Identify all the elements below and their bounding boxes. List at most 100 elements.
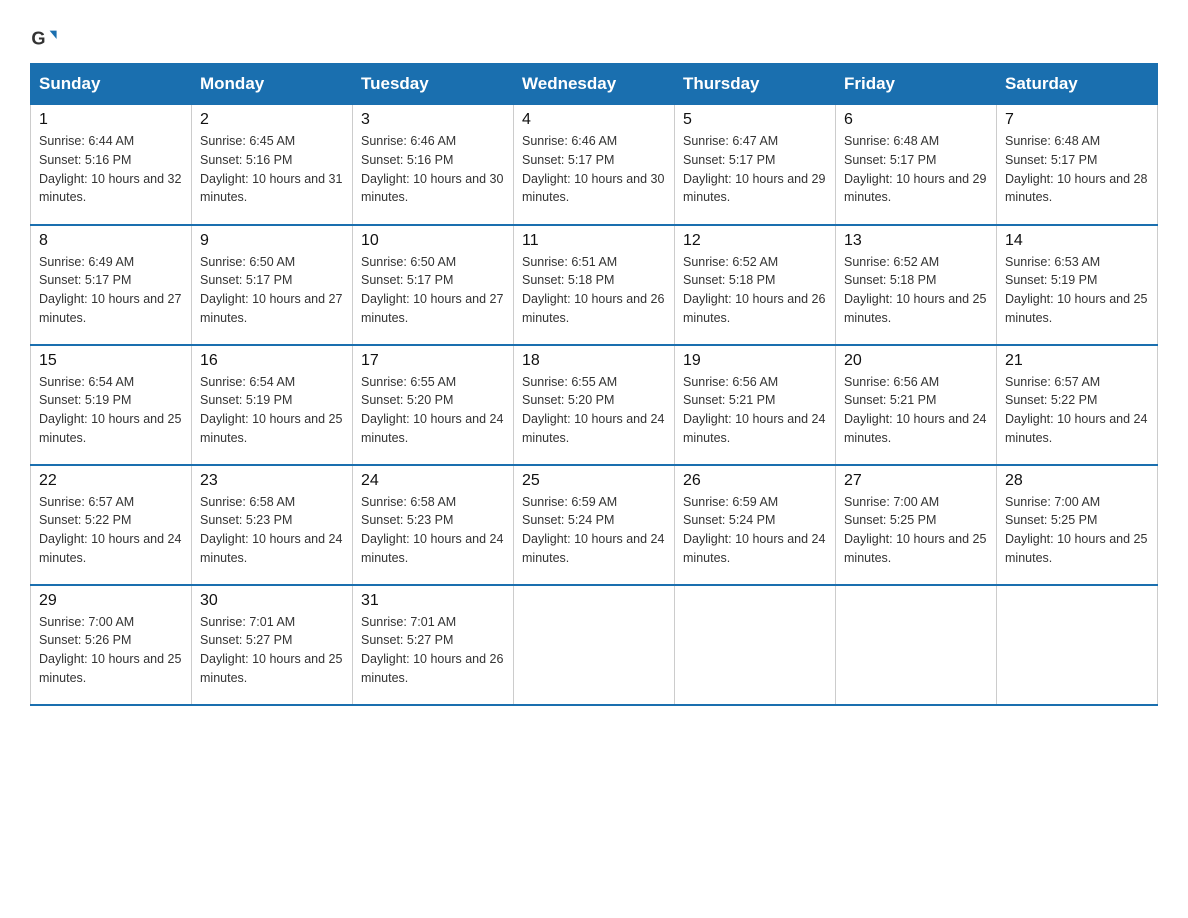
- calendar-cell: 19 Sunrise: 6:56 AM Sunset: 5:21 PM Dayl…: [675, 345, 836, 465]
- day-number: 27: [844, 472, 988, 490]
- calendar-cell: 29 Sunrise: 7:00 AM Sunset: 5:26 PM Dayl…: [31, 585, 192, 705]
- day-number: 29: [39, 592, 183, 610]
- weekday-header-friday: Friday: [836, 64, 997, 105]
- day-number: 26: [683, 472, 827, 490]
- day-number: 10: [361, 232, 505, 250]
- day-number: 7: [1005, 111, 1149, 129]
- calendar-cell: 30 Sunrise: 7:01 AM Sunset: 5:27 PM Dayl…: [192, 585, 353, 705]
- day-info: Sunrise: 6:59 AM Sunset: 5:24 PM Dayligh…: [522, 493, 666, 568]
- calendar-week-row: 1 Sunrise: 6:44 AM Sunset: 5:16 PM Dayli…: [31, 105, 1158, 225]
- day-info: Sunrise: 6:50 AM Sunset: 5:17 PM Dayligh…: [200, 253, 344, 328]
- day-info: Sunrise: 6:55 AM Sunset: 5:20 PM Dayligh…: [361, 373, 505, 448]
- calendar-cell: 13 Sunrise: 6:52 AM Sunset: 5:18 PM Dayl…: [836, 225, 997, 345]
- calendar-cell: 21 Sunrise: 6:57 AM Sunset: 5:22 PM Dayl…: [997, 345, 1158, 465]
- calendar-cell: 17 Sunrise: 6:55 AM Sunset: 5:20 PM Dayl…: [353, 345, 514, 465]
- day-number: 19: [683, 352, 827, 370]
- calendar-cell: 28 Sunrise: 7:00 AM Sunset: 5:25 PM Dayl…: [997, 465, 1158, 585]
- calendar-cell: [675, 585, 836, 705]
- calendar-cell: 14 Sunrise: 6:53 AM Sunset: 5:19 PM Dayl…: [997, 225, 1158, 345]
- day-number: 3: [361, 111, 505, 129]
- day-info: Sunrise: 6:47 AM Sunset: 5:17 PM Dayligh…: [683, 132, 827, 207]
- calendar-table: SundayMondayTuesdayWednesdayThursdayFrid…: [30, 63, 1158, 706]
- calendar-week-row: 29 Sunrise: 7:00 AM Sunset: 5:26 PM Dayl…: [31, 585, 1158, 705]
- logo-icon: G: [30, 25, 58, 53]
- day-info: Sunrise: 6:53 AM Sunset: 5:19 PM Dayligh…: [1005, 253, 1149, 328]
- day-info: Sunrise: 7:00 AM Sunset: 5:25 PM Dayligh…: [1005, 493, 1149, 568]
- day-number: 21: [1005, 352, 1149, 370]
- day-info: Sunrise: 6:46 AM Sunset: 5:17 PM Dayligh…: [522, 132, 666, 207]
- day-number: 6: [844, 111, 988, 129]
- weekday-header-tuesday: Tuesday: [353, 64, 514, 105]
- calendar-cell: 3 Sunrise: 6:46 AM Sunset: 5:16 PM Dayli…: [353, 105, 514, 225]
- calendar-cell: 31 Sunrise: 7:01 AM Sunset: 5:27 PM Dayl…: [353, 585, 514, 705]
- day-number: 22: [39, 472, 183, 490]
- day-number: 15: [39, 352, 183, 370]
- day-number: 16: [200, 352, 344, 370]
- day-info: Sunrise: 6:58 AM Sunset: 5:23 PM Dayligh…: [361, 493, 505, 568]
- calendar-cell: 20 Sunrise: 6:56 AM Sunset: 5:21 PM Dayl…: [836, 345, 997, 465]
- calendar-cell: 15 Sunrise: 6:54 AM Sunset: 5:19 PM Dayl…: [31, 345, 192, 465]
- calendar-week-row: 22 Sunrise: 6:57 AM Sunset: 5:22 PM Dayl…: [31, 465, 1158, 585]
- day-info: Sunrise: 6:55 AM Sunset: 5:20 PM Dayligh…: [522, 373, 666, 448]
- weekday-header-saturday: Saturday: [997, 64, 1158, 105]
- calendar-cell: 9 Sunrise: 6:50 AM Sunset: 5:17 PM Dayli…: [192, 225, 353, 345]
- day-info: Sunrise: 7:00 AM Sunset: 5:25 PM Dayligh…: [844, 493, 988, 568]
- day-number: 14: [1005, 232, 1149, 250]
- day-info: Sunrise: 7:00 AM Sunset: 5:26 PM Dayligh…: [39, 613, 183, 688]
- day-number: 20: [844, 352, 988, 370]
- day-info: Sunrise: 6:59 AM Sunset: 5:24 PM Dayligh…: [683, 493, 827, 568]
- day-info: Sunrise: 6:56 AM Sunset: 5:21 PM Dayligh…: [683, 373, 827, 448]
- day-number: 9: [200, 232, 344, 250]
- day-info: Sunrise: 6:44 AM Sunset: 5:16 PM Dayligh…: [39, 132, 183, 207]
- weekday-header-thursday: Thursday: [675, 64, 836, 105]
- day-number: 24: [361, 472, 505, 490]
- logo: G: [30, 25, 60, 53]
- calendar-cell: 11 Sunrise: 6:51 AM Sunset: 5:18 PM Dayl…: [514, 225, 675, 345]
- calendar-cell: 25 Sunrise: 6:59 AM Sunset: 5:24 PM Dayl…: [514, 465, 675, 585]
- calendar-cell: 7 Sunrise: 6:48 AM Sunset: 5:17 PM Dayli…: [997, 105, 1158, 225]
- calendar-cell: 2 Sunrise: 6:45 AM Sunset: 5:16 PM Dayli…: [192, 105, 353, 225]
- day-info: Sunrise: 6:45 AM Sunset: 5:16 PM Dayligh…: [200, 132, 344, 207]
- weekday-header-sunday: Sunday: [31, 64, 192, 105]
- day-info: Sunrise: 6:57 AM Sunset: 5:22 PM Dayligh…: [1005, 373, 1149, 448]
- day-info: Sunrise: 6:52 AM Sunset: 5:18 PM Dayligh…: [683, 253, 827, 328]
- day-info: Sunrise: 7:01 AM Sunset: 5:27 PM Dayligh…: [200, 613, 344, 688]
- day-info: Sunrise: 6:49 AM Sunset: 5:17 PM Dayligh…: [39, 253, 183, 328]
- calendar-cell: 10 Sunrise: 6:50 AM Sunset: 5:17 PM Dayl…: [353, 225, 514, 345]
- day-number: 4: [522, 111, 666, 129]
- day-number: 11: [522, 232, 666, 250]
- calendar-cell: [514, 585, 675, 705]
- day-info: Sunrise: 6:58 AM Sunset: 5:23 PM Dayligh…: [200, 493, 344, 568]
- day-number: 25: [522, 472, 666, 490]
- day-info: Sunrise: 6:50 AM Sunset: 5:17 PM Dayligh…: [361, 253, 505, 328]
- calendar-cell: 4 Sunrise: 6:46 AM Sunset: 5:17 PM Dayli…: [514, 105, 675, 225]
- calendar-cell: 27 Sunrise: 7:00 AM Sunset: 5:25 PM Dayl…: [836, 465, 997, 585]
- weekday-header-wednesday: Wednesday: [514, 64, 675, 105]
- day-number: 17: [361, 352, 505, 370]
- day-number: 28: [1005, 472, 1149, 490]
- day-number: 23: [200, 472, 344, 490]
- weekday-header-row: SundayMondayTuesdayWednesdayThursdayFrid…: [31, 64, 1158, 105]
- day-number: 18: [522, 352, 666, 370]
- calendar-week-row: 8 Sunrise: 6:49 AM Sunset: 5:17 PM Dayli…: [31, 225, 1158, 345]
- day-number: 31: [361, 592, 505, 610]
- day-info: Sunrise: 6:54 AM Sunset: 5:19 PM Dayligh…: [200, 373, 344, 448]
- calendar-cell: 5 Sunrise: 6:47 AM Sunset: 5:17 PM Dayli…: [675, 105, 836, 225]
- day-info: Sunrise: 6:48 AM Sunset: 5:17 PM Dayligh…: [1005, 132, 1149, 207]
- calendar-cell: 24 Sunrise: 6:58 AM Sunset: 5:23 PM Dayl…: [353, 465, 514, 585]
- calendar-cell: 26 Sunrise: 6:59 AM Sunset: 5:24 PM Dayl…: [675, 465, 836, 585]
- day-number: 12: [683, 232, 827, 250]
- day-number: 30: [200, 592, 344, 610]
- day-number: 2: [200, 111, 344, 129]
- day-number: 8: [39, 232, 183, 250]
- svg-text:G: G: [31, 29, 45, 49]
- day-info: Sunrise: 6:51 AM Sunset: 5:18 PM Dayligh…: [522, 253, 666, 328]
- day-info: Sunrise: 7:01 AM Sunset: 5:27 PM Dayligh…: [361, 613, 505, 688]
- page-header: G: [30, 20, 1158, 53]
- day-number: 1: [39, 111, 183, 129]
- calendar-cell: [836, 585, 997, 705]
- calendar-cell: 22 Sunrise: 6:57 AM Sunset: 5:22 PM Dayl…: [31, 465, 192, 585]
- calendar-cell: 12 Sunrise: 6:52 AM Sunset: 5:18 PM Dayl…: [675, 225, 836, 345]
- day-info: Sunrise: 6:52 AM Sunset: 5:18 PM Dayligh…: [844, 253, 988, 328]
- day-number: 13: [844, 232, 988, 250]
